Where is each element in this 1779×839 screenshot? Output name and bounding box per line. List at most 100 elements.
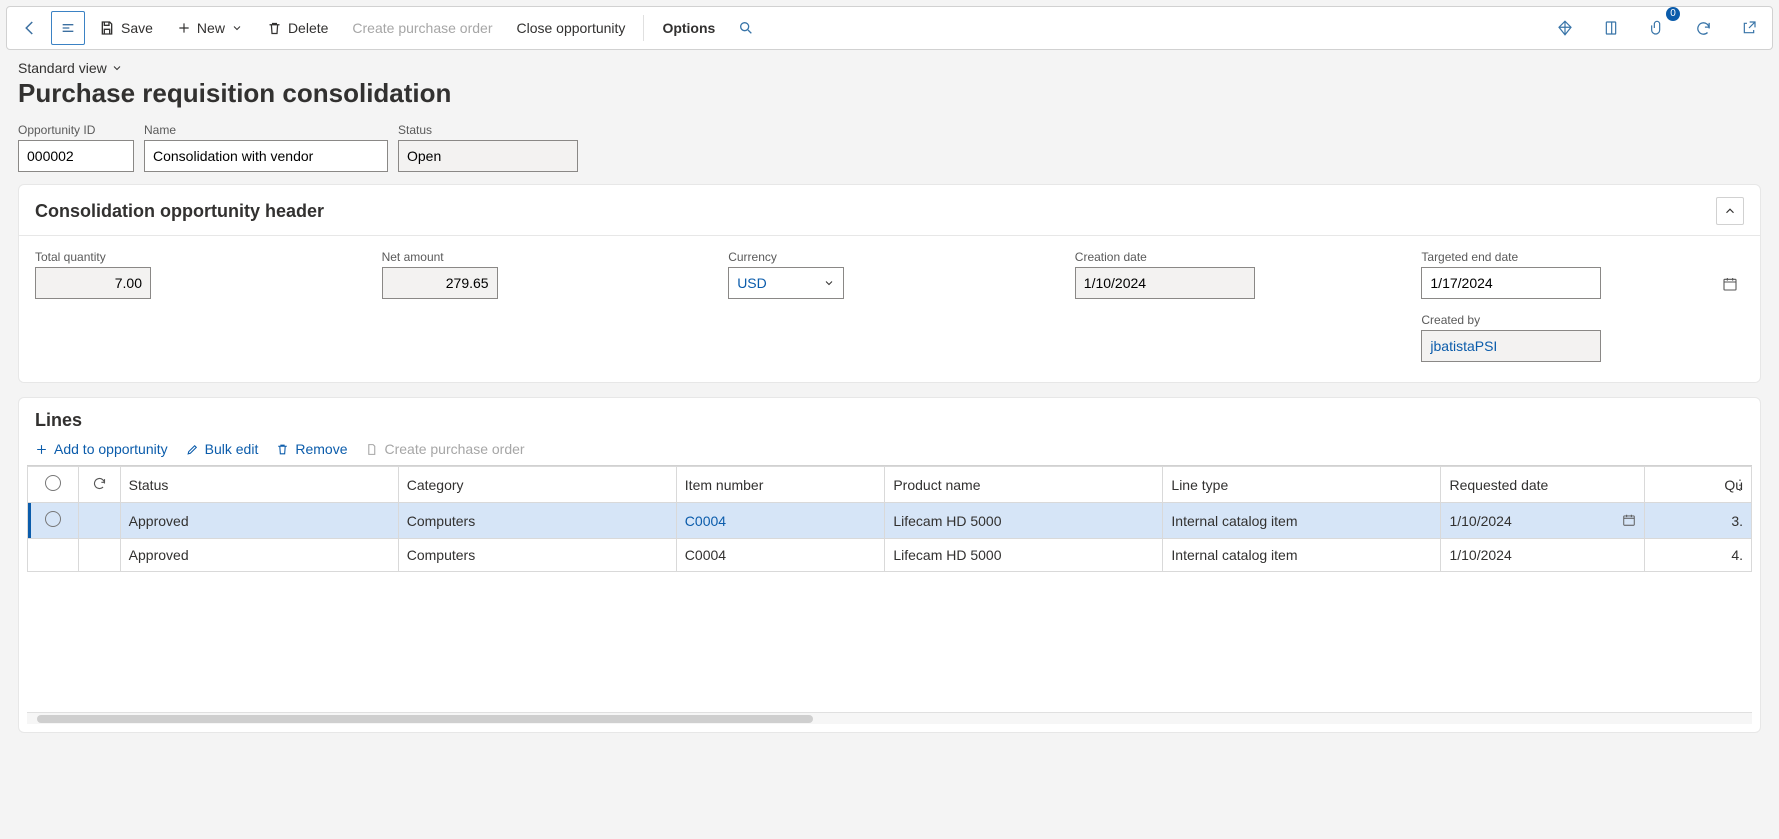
view-label: Standard view	[18, 60, 107, 76]
plus-icon	[177, 21, 191, 35]
refresh-button[interactable]	[1686, 11, 1720, 45]
opp-id-field[interactable]	[18, 140, 134, 172]
create-po-label: Create purchase order	[352, 20, 492, 36]
new-label: New	[197, 20, 225, 36]
created-by-label: Created by	[1421, 313, 1744, 327]
remove-label: Remove	[295, 441, 347, 457]
row-select[interactable]	[28, 503, 79, 539]
row-select[interactable]	[28, 539, 79, 572]
lines-grid: Status Category Item number Product name…	[27, 465, 1752, 712]
cell-linetype: Internal catalog item	[1163, 539, 1441, 572]
lines-card: Lines Add to opportunity Bulk edit Remov…	[18, 397, 1761, 733]
search-button[interactable]	[729, 11, 763, 45]
cell-qty: 3.	[1645, 503, 1752, 539]
table-row[interactable]: Approved Computers C0004 Lifecam HD 5000…	[28, 539, 1752, 572]
more-columns-icon[interactable]: ⋮	[1733, 476, 1747, 493]
action-pane: Save New Delete Create purchase order Cl…	[6, 6, 1773, 50]
product-header[interactable]: Product name	[885, 467, 1163, 503]
qty-header[interactable]: Qu⋮	[1645, 467, 1752, 503]
item-header[interactable]: Item number	[676, 467, 885, 503]
add-label: Add to opportunity	[54, 441, 168, 457]
cell-linetype: Internal catalog item	[1163, 503, 1441, 539]
grid-empty-area	[27, 572, 1752, 712]
row-indicator	[78, 503, 120, 539]
chevron-down-icon	[111, 62, 123, 74]
trash-icon	[276, 443, 289, 456]
delete-button[interactable]: Delete	[257, 11, 338, 45]
cell-product: Lifecam HD 5000	[885, 539, 1163, 572]
select-all-header[interactable]	[28, 467, 79, 503]
options-label: Options	[662, 20, 715, 36]
add-to-opportunity-button[interactable]: Add to opportunity	[35, 441, 168, 457]
cell-category: Computers	[398, 503, 676, 539]
status-header[interactable]: Status	[120, 467, 398, 503]
remove-button[interactable]: Remove	[276, 441, 347, 457]
lines-card-title: Lines	[35, 410, 82, 431]
attachments-icon[interactable]: 0	[1640, 11, 1674, 45]
new-button[interactable]: New	[167, 11, 253, 45]
category-header[interactable]: Category	[398, 467, 676, 503]
currency-label: Currency	[728, 250, 1051, 264]
lines-create-po-label: Create purchase order	[384, 441, 524, 457]
opp-id-label: Opportunity ID	[18, 123, 134, 137]
bulk-label: Bulk edit	[205, 441, 259, 457]
cell-item[interactable]: C0004	[676, 539, 885, 572]
cell-qty: 4.	[1645, 539, 1752, 572]
cell-status: Approved	[120, 539, 398, 572]
back-button[interactable]	[13, 11, 47, 45]
toolbar-separator	[643, 15, 644, 41]
collapse-button[interactable]	[1716, 197, 1744, 225]
status-field	[398, 140, 578, 172]
row-indicator	[78, 539, 120, 572]
close-opp-label: Close opportunity	[516, 20, 625, 36]
page-title: Purchase requisition consolidation	[18, 78, 1761, 109]
side-panel-icon[interactable]	[1594, 11, 1628, 45]
calendar-icon[interactable]	[1722, 276, 1738, 292]
status-label: Status	[398, 123, 578, 137]
create-po-button: Create purchase order	[342, 11, 502, 45]
close-opportunity-button[interactable]: Close opportunity	[506, 11, 635, 45]
refresh-header[interactable]	[78, 467, 120, 503]
save-icon	[99, 20, 115, 36]
currency-select[interactable]: USD	[728, 267, 844, 299]
net-amount-label: Net amount	[382, 250, 705, 264]
total-qty-label: Total quantity	[35, 250, 358, 264]
target-date-label: Targeted end date	[1421, 250, 1744, 264]
table-row[interactable]: Approved Computers C0004 Lifecam HD 5000…	[28, 503, 1752, 539]
reqdate-header[interactable]: Requested date	[1441, 467, 1645, 503]
name-label: Name	[144, 123, 388, 137]
cell-reqdate[interactable]: 1/10/2024	[1441, 539, 1645, 572]
net-amount-field	[382, 267, 498, 299]
cell-product: Lifecam HD 5000	[885, 503, 1163, 539]
save-button[interactable]: Save	[89, 11, 163, 45]
target-date-field[interactable]	[1421, 267, 1601, 299]
total-qty-field	[35, 267, 151, 299]
calendar-icon[interactable]	[1622, 513, 1636, 527]
grid-header-row: Status Category Item number Product name…	[28, 467, 1752, 503]
created-by-field: jbatistaPSI	[1421, 330, 1601, 362]
chevron-down-icon	[823, 277, 835, 289]
linetype-header[interactable]: Line type	[1163, 467, 1441, 503]
menu-toggle-button[interactable]	[51, 11, 85, 45]
document-icon	[365, 443, 378, 456]
refresh-icon	[92, 476, 107, 491]
bulk-edit-button[interactable]: Bulk edit	[186, 441, 259, 457]
creation-date-label: Creation date	[1075, 250, 1398, 264]
options-tab[interactable]: Options	[652, 11, 725, 45]
creation-date-field	[1075, 267, 1255, 299]
cell-reqdate[interactable]: 1/10/2024	[1441, 503, 1645, 539]
plus-icon	[35, 443, 48, 456]
diamond-icon[interactable]	[1548, 11, 1582, 45]
grid-hscrollbar[interactable]	[27, 712, 1752, 724]
created-by-value: jbatistaPSI	[1430, 338, 1497, 354]
save-label: Save	[121, 20, 153, 36]
name-field[interactable]	[144, 140, 388, 172]
pencil-icon	[186, 443, 199, 456]
cell-status: Approved	[120, 503, 398, 539]
lines-create-po-button: Create purchase order	[365, 441, 524, 457]
view-selector[interactable]: Standard view	[18, 60, 123, 76]
header-card: Consolidation opportunity header Total q…	[18, 184, 1761, 383]
attachments-count: 0	[1666, 7, 1680, 21]
cell-item[interactable]: C0004	[676, 503, 885, 539]
popout-button[interactable]	[1732, 11, 1766, 45]
